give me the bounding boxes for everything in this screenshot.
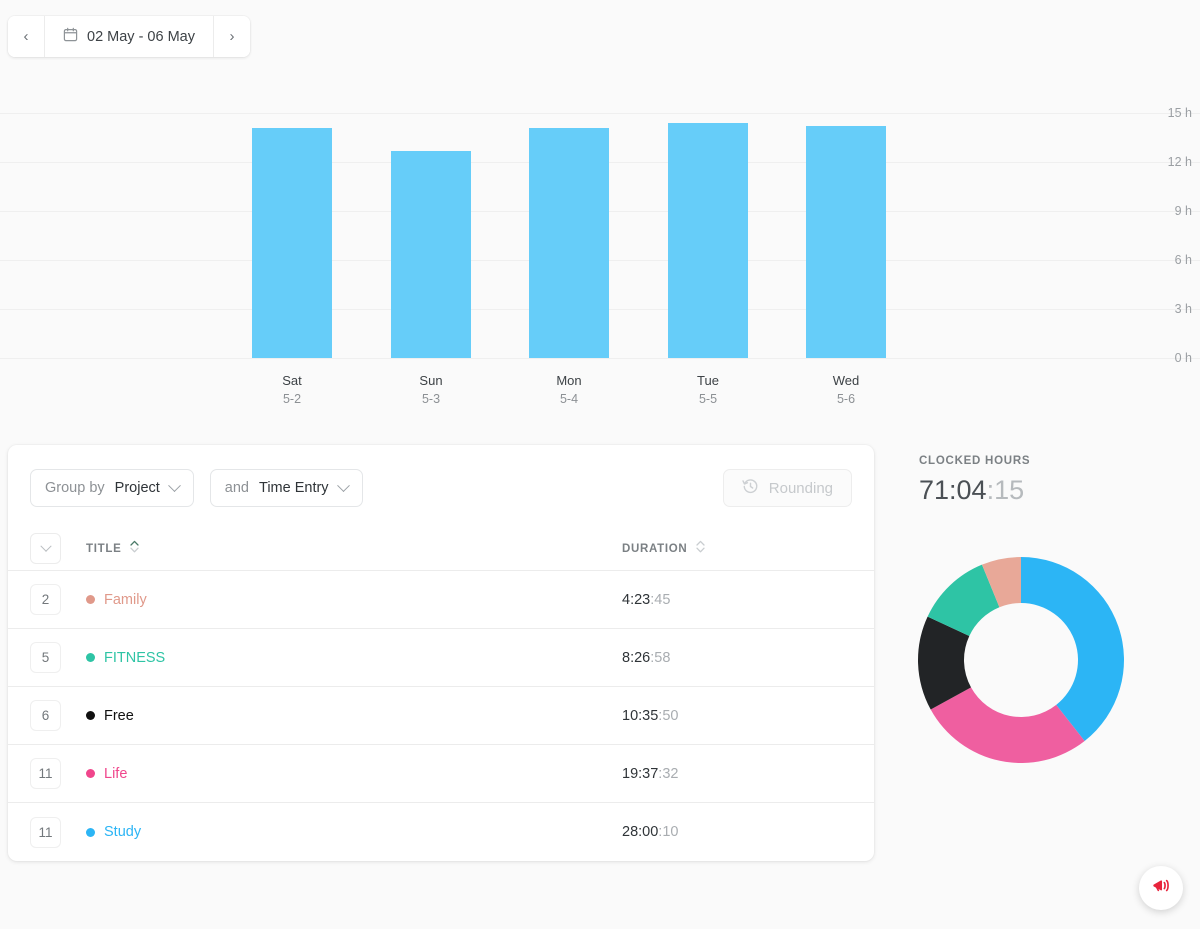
column-header-duration[interactable]: DURATION	[622, 539, 852, 559]
row-duration-seconds: :58	[650, 649, 671, 666]
x-axis-date: 5-3	[421, 392, 441, 406]
donut-segment-study[interactable]	[1021, 557, 1124, 741]
date-range-navigator: ‹ 02 May - 06 May ›	[8, 16, 250, 57]
x-axis-date: 5-5	[698, 392, 718, 406]
reports-page: ‹ 02 May - 06 May › 0 h3 h6 h9 h 12 h 15 h…	[0, 0, 1200, 929]
x-axis-date: 5-6	[836, 392, 856, 406]
group-by-value-label: Project	[114, 480, 160, 496]
date-range-picker[interactable]: 02 May - 06 May	[45, 16, 213, 57]
rounding-button[interactable]: Rounding	[722, 469, 852, 507]
x-axis-day: Sun	[419, 373, 443, 388]
date-range-label: 02 May - 06 May	[87, 28, 195, 45]
previous-period-button[interactable]: ‹	[8, 16, 45, 57]
report-table-body: 2 Family 4:23:45 5 FITNESS 8:26:58 6 Free 10:35:…	[8, 571, 874, 861]
row-duration: 28:00:10	[622, 824, 679, 840]
project-color-dot	[86, 595, 95, 604]
bar-sun[interactable]	[391, 150, 471, 358]
project-name-label: Free	[104, 707, 134, 724]
table-row[interactable]: 2 Family 4:23:45	[8, 571, 874, 629]
chevron-left-icon: ‹	[23, 28, 29, 45]
row-project: Life	[61, 766, 622, 782]
bar-wed[interactable]	[806, 126, 886, 358]
chevron-down-icon	[39, 540, 52, 552]
project-name-label: Life	[104, 765, 128, 782]
report-card: Group by Project and Time Entry Rounding	[8, 445, 874, 861]
column-duration-label: DURATION	[622, 542, 688, 555]
expand-all-button[interactable]	[30, 533, 61, 564]
project-name-label: FITNESS	[104, 649, 166, 666]
history-clock-icon	[742, 478, 759, 499]
x-axis-day: Mon	[556, 373, 582, 388]
clocked-hours-seconds: :15	[986, 475, 1025, 505]
row-duration: 19:37:32	[622, 765, 679, 782]
row-duration-seconds: :45	[650, 591, 671, 608]
row-duration-seconds: :10	[658, 824, 679, 840]
project-distribution-donut	[916, 555, 1126, 765]
row-entry-count: 5	[30, 642, 61, 673]
group-by-prefix-label: Group by	[45, 480, 105, 496]
group-by-project-select[interactable]: Group by Project	[30, 469, 194, 507]
x-axis-date: 5-4	[559, 392, 579, 406]
rounding-label: Rounding	[768, 479, 833, 497]
next-period-button[interactable]: ›	[213, 16, 250, 57]
x-axis-tick-label: Tue 5-5	[648, 371, 768, 409]
row-entry-count: 2	[30, 584, 61, 615]
secondary-group-prefix-label: and	[224, 480, 249, 496]
weekly-bar-chart: 0 h3 h6 h9 h 12 h 15 h Sat 5-2 Sun 5-3 Mon 5-4 T…	[0, 86, 1200, 406]
row-project: Study	[61, 824, 622, 840]
bar-mon[interactable]	[529, 127, 609, 358]
project-color-dot	[86, 769, 95, 778]
project-color-dot	[86, 711, 95, 720]
table-row[interactable]: 5 FITNESS 8:26:58	[8, 629, 874, 687]
report-toolbar: Group by Project and Time Entry Rounding	[8, 445, 874, 527]
row-project: Free	[61, 708, 622, 724]
bar-tue[interactable]	[668, 122, 748, 358]
chevron-down-icon	[167, 478, 181, 492]
x-axis-day: Sat	[282, 373, 302, 388]
project-color-dot	[86, 653, 95, 662]
donut-segment-life[interactable]	[930, 687, 1085, 763]
row-duration-seconds: :50	[658, 707, 679, 724]
column-header-title[interactable]: TITLE	[61, 539, 622, 559]
row-duration: 10:35:50	[622, 707, 679, 724]
table-row[interactable]: 11 Study 28:00:10	[8, 803, 874, 861]
project-name-label: Family	[104, 591, 147, 608]
secondary-group-value-label: Time Entry	[259, 480, 329, 496]
table-row[interactable]: 11 Life 19:37:32	[8, 745, 874, 803]
x-axis-tick-label: Sun 5-3	[371, 371, 491, 409]
bar-sat[interactable]	[252, 127, 332, 358]
table-row[interactable]: 6 Free 10:35:50	[8, 687, 874, 745]
clocked-hours-total: 71:04:15	[919, 475, 1189, 506]
column-title-label: TITLE	[86, 542, 122, 555]
row-duration: 8:26:58	[622, 649, 671, 666]
row-entry-count: 11	[30, 758, 61, 789]
chevron-down-icon	[336, 478, 350, 492]
x-axis-date: 5-2	[282, 392, 302, 406]
x-axis-tick-label: Wed 5-6	[786, 371, 906, 409]
row-project: FITNESS	[61, 650, 622, 666]
calendar-icon	[63, 27, 78, 47]
group-by-time-entry-select[interactable]: and Time Entry	[209, 469, 363, 507]
x-axis-day: Tue	[697, 373, 719, 388]
row-duration-seconds: :32	[658, 765, 679, 782]
sort-title-icon[interactable]	[129, 539, 140, 559]
x-axis-tick-label: Sat 5-2	[232, 371, 352, 409]
chevron-right-icon: ›	[229, 28, 235, 45]
clocked-hours-label: CLOCKED HOURS	[919, 455, 1031, 467]
clocked-hours-summary: CLOCKED HOURS 71:04:15	[918, 455, 1189, 763]
x-axis-tick-label: Mon 5-4	[509, 371, 629, 409]
megaphone-icon	[1150, 875, 1172, 902]
row-entry-count: 11	[30, 816, 61, 848]
clocked-hours-main: 71:04	[919, 475, 987, 505]
announcements-button[interactable]	[1139, 866, 1183, 910]
project-name-label: Study	[104, 824, 142, 840]
table-header-row: TITLE DURATION	[8, 527, 874, 571]
row-entry-count: 6	[30, 700, 61, 731]
row-project: Family	[61, 592, 622, 608]
row-duration: 4:23:45	[622, 591, 671, 608]
chart-bars	[0, 86, 1200, 406]
x-axis-day: Wed	[832, 373, 860, 388]
project-color-dot	[86, 827, 95, 837]
sort-duration-icon[interactable]	[695, 539, 706, 559]
